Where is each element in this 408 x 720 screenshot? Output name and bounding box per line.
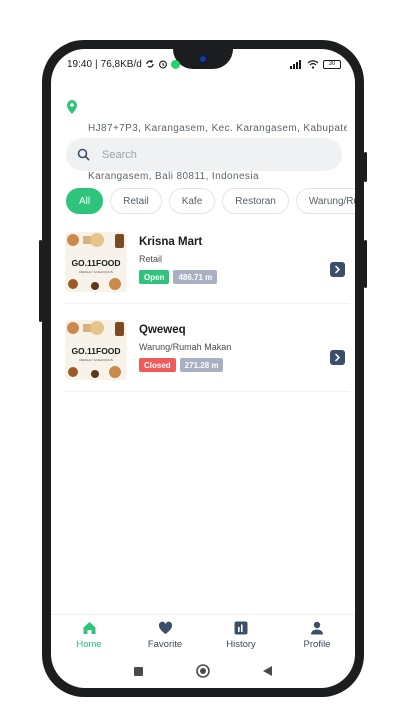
whatsapp-icon (170, 59, 180, 69)
location-pin-icon (67, 100, 77, 114)
status-net-speed: 76,8KB/d (100, 58, 142, 70)
logo-subtext: FRESHLY & DELICIOUS (79, 358, 112, 362)
status-badge-open: Open (139, 270, 170, 284)
list-divider (65, 303, 350, 304)
nav-history-label: History (226, 639, 256, 650)
recent-apps-icon[interactable] (133, 666, 144, 677)
category-filter: All Retail Kafe Restoran Warung/Rumah Ma… (66, 188, 355, 214)
food-banner-image: GO.11FOOD FRESHLY & DELICIOUS (65, 232, 127, 292)
store-name: Qweweq (139, 324, 186, 336)
wifi-icon (307, 59, 319, 69)
store-open-button[interactable] (330, 262, 345, 277)
store-badges: Open 486.71 m (139, 270, 218, 284)
nav-favorite[interactable]: Favorite (130, 615, 200, 658)
chevron-right-icon (334, 353, 341, 362)
nav-history[interactable]: History (206, 615, 276, 658)
phone-frame: 19:40 | 76,8KB/d 30 HJ87+7P3, Karangasem… (39, 40, 367, 697)
food-banner-image: GO.11FOOD FRESHLY & DELICIOUS (65, 320, 127, 380)
status-time: 19:40 (67, 58, 93, 70)
status-badge-closed: Closed (139, 358, 176, 372)
nav-home-label: Home (76, 639, 102, 650)
status-divider: | (95, 58, 98, 70)
phone-side-button-left (39, 240, 42, 322)
chart-icon (234, 621, 248, 635)
nav-profile[interactable]: Profile (282, 615, 352, 658)
battery-icon: 30 (323, 59, 341, 69)
sync-icon (146, 60, 154, 68)
status-right: 30 (290, 59, 341, 69)
logo-subtext: FRESHLY & DELICIOUS (79, 270, 112, 274)
home-circle-icon[interactable] (196, 664, 210, 678)
status-bar: 19:40 | 76,8KB/d 30 (67, 57, 341, 71)
store-name: Krisna Mart (139, 236, 203, 248)
address-line-1: HJ87+7P3, Karangasem, Kec. Karangasem, K… (88, 123, 347, 134)
battery-level: 30 (328, 61, 336, 67)
app-screen: 19:40 | 76,8KB/d 30 HJ87+7P3, Karangasem… (51, 49, 355, 688)
system-navigation-bar (51, 661, 355, 681)
search-input[interactable] (102, 148, 302, 161)
list-divider (65, 391, 350, 392)
store-thumbnail: GO.11FOOD FRESHLY & DELICIOUS (65, 232, 127, 292)
phone-side-button-right-bottom (364, 240, 367, 288)
store-open-button[interactable] (330, 350, 345, 365)
logo-text: GO.11FOOD (71, 258, 120, 268)
store-thumbnail: GO.11FOOD FRESHLY & DELICIOUS (65, 320, 127, 380)
nav-home[interactable]: Home (54, 615, 124, 658)
bottom-navigation: Home Favorite History Profile (51, 614, 355, 658)
address-line-2: Karangasem, Bali 80811, Indonesia (88, 171, 259, 182)
back-icon[interactable] (262, 665, 273, 677)
chip-warung-rumah-makan[interactable]: Warung/Rumah Makan (295, 188, 355, 214)
chip-kafe[interactable]: Kafe (168, 188, 216, 214)
signal-icon (290, 59, 301, 69)
store-badges: Closed 271.28 m (139, 358, 224, 372)
logo-text: GO.11FOOD (71, 346, 120, 356)
chip-retail[interactable]: Retail (110, 188, 162, 214)
chip-all[interactable]: All (66, 188, 104, 214)
distance-badge: 271.28 m (179, 358, 224, 372)
nav-profile-label: Profile (303, 639, 331, 650)
search-icon (77, 148, 90, 161)
user-icon (311, 621, 323, 635)
store-card-krisna-mart[interactable]: GO.11FOOD FRESHLY & DELICIOUS Krisna Mar… (65, 232, 350, 296)
chip-restoran[interactable]: Restoran (222, 188, 289, 214)
home-icon (83, 622, 95, 634)
nav-favorite-label: Favorite (147, 639, 183, 650)
store-category: Retail (139, 254, 163, 264)
store-category: Warung/Rumah Makan (139, 342, 232, 352)
alarm-icon (158, 60, 167, 69)
search-bar[interactable] (66, 138, 342, 171)
chevron-right-icon (334, 265, 341, 274)
store-card-qweweq[interactable]: GO.11FOOD FRESHLY & DELICIOUS Qweweq War… (65, 320, 350, 384)
heart-icon (158, 621, 172, 634)
phone-side-button-right-top (364, 152, 367, 182)
status-left: 19:40 | 76,8KB/d (67, 59, 180, 70)
distance-badge: 486.71 m (173, 270, 218, 284)
